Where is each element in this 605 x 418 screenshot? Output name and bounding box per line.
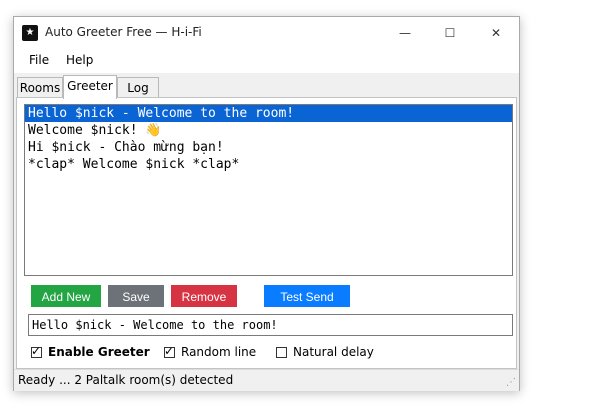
window-title: Auto Greeter Free — H-i-Fi bbox=[45, 25, 202, 39]
natural-delay-checkbox[interactable]: Natural delay bbox=[276, 344, 374, 360]
resize-grip-icon[interactable]: ⋰ bbox=[506, 378, 516, 388]
menu-bar: File Help bbox=[14, 49, 519, 73]
maximize-icon: ☐ bbox=[444, 26, 456, 40]
maximize-button[interactable]: ☐ bbox=[427, 17, 473, 49]
list-item[interactable]: *clap* Welcome $nick *clap* bbox=[25, 156, 512, 173]
checkbox-box: ✓ bbox=[164, 343, 175, 358]
greetings-list[interactable]: Hello $nick - Welcome to the room! Welco… bbox=[24, 104, 513, 276]
random-line-checkbox[interactable]: ✓ Random line bbox=[164, 344, 256, 360]
checkbox-box: ✓ bbox=[31, 343, 42, 358]
enable-greeter-label: Enable Greeter bbox=[48, 345, 150, 359]
check-icon: ✓ bbox=[31, 343, 42, 358]
tab-rooms[interactable]: Rooms bbox=[17, 77, 63, 98]
menu-help[interactable]: Help bbox=[66, 53, 93, 67]
list-item[interactable]: Hi $nick - Chào mừng bạn! bbox=[25, 139, 512, 156]
tab-strip: Rooms Greeter Log bbox=[14, 73, 519, 99]
list-item[interactable]: Welcome $nick! 👋 bbox=[25, 122, 512, 139]
add-new-button[interactable]: Add New bbox=[31, 285, 101, 307]
test-send-button[interactable]: Test Send bbox=[264, 285, 350, 307]
check-icon: ✓ bbox=[164, 343, 175, 358]
checkbox-box bbox=[276, 346, 287, 358]
close-button[interactable]: ✕ bbox=[473, 17, 519, 49]
enable-greeter-checkbox[interactable]: ✓ Enable Greeter bbox=[31, 344, 150, 360]
minimize-button[interactable]: — bbox=[382, 17, 428, 49]
tab-greeter[interactable]: Greeter bbox=[63, 75, 117, 99]
greeting-edit-field[interactable]: Hello $nick - Welcome to the room! bbox=[28, 314, 513, 336]
tab-log[interactable]: Log bbox=[117, 77, 159, 98]
app-window: ★ Auto Greeter Free — H-i-Fi — ☐ ✕ File … bbox=[13, 16, 520, 391]
natural-delay-label: Natural delay bbox=[293, 345, 374, 359]
greeter-tab-page: Hello $nick - Welcome to the room! Welco… bbox=[16, 97, 517, 369]
status-bar: Ready ... 2 Paltalk room(s) detected ⋰ bbox=[14, 369, 519, 391]
random-line-label: Random line bbox=[181, 345, 257, 359]
menu-file[interactable]: File bbox=[29, 53, 49, 67]
save-button[interactable]: Save bbox=[108, 285, 164, 307]
remove-button[interactable]: Remove bbox=[171, 285, 237, 307]
list-item[interactable]: Hello $nick - Welcome to the room! bbox=[25, 105, 512, 122]
close-icon: ✕ bbox=[490, 26, 502, 40]
minimize-icon: — bbox=[399, 26, 411, 40]
title-bar[interactable]: ★ Auto Greeter Free — H-i-Fi — ☐ ✕ bbox=[14, 17, 519, 49]
app-icon: ★ bbox=[22, 25, 38, 41]
status-text: Ready ... 2 Paltalk room(s) detected bbox=[18, 373, 234, 387]
